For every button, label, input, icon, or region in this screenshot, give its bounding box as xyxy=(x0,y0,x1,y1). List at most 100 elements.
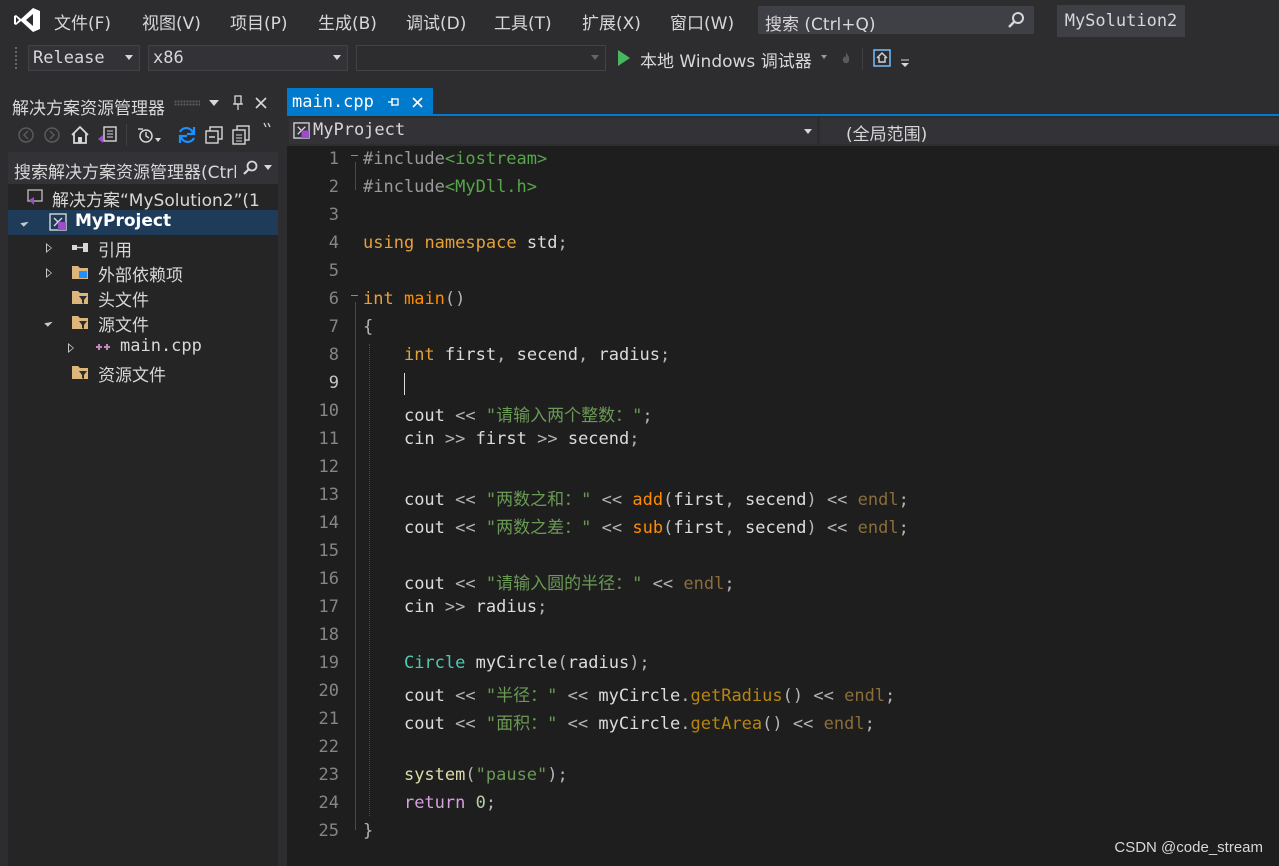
solution-explorer-search-input[interactable]: 搜索解决方案资源管理器(Ctrl+;) xyxy=(8,152,278,184)
tree-item-header-files[interactable]: 头文件 xyxy=(8,285,278,311)
search-icon[interactable] xyxy=(242,160,258,176)
refresh-icon[interactable] xyxy=(177,125,197,145)
solution-explorer-titlebar: 解决方案资源管理器 xyxy=(8,88,278,119)
chevron-down-icon[interactable] xyxy=(821,55,827,59)
line-number: 12 xyxy=(318,457,339,477)
cpp-project-icon xyxy=(293,122,310,139)
tree-item-label: main.cpp xyxy=(120,336,202,356)
code-line: 18 xyxy=(287,622,1279,650)
line-number: 14 xyxy=(318,513,339,533)
menu-window[interactable]: 窗口(W) xyxy=(670,9,734,34)
code-text: cout << "请输入圆的半径：" << endl; xyxy=(403,574,735,594)
menu-file[interactable]: 文件(F) xyxy=(54,9,111,34)
tree-item-references[interactable]: 引用 xyxy=(8,235,278,261)
browser-link-icon[interactable] xyxy=(873,49,891,67)
code-line: 3 xyxy=(287,202,1279,230)
code-line: 23 system("pause"); xyxy=(287,762,1279,790)
code-text: cin >> radius; xyxy=(403,597,548,617)
code-line: 16 cout << "请输入圆的半径：" << endl; xyxy=(287,566,1279,594)
code-text: int main() xyxy=(363,289,466,309)
solution-explorer-panel: 解决方案资源管理器 搜索解决方案资源管理器(Ctrl 解决方案“MySoluti… xyxy=(8,88,278,866)
pin-icon[interactable] xyxy=(232,95,244,111)
code-line: 1 #include<iostream> xyxy=(287,146,1279,174)
code-text: { xyxy=(363,317,374,337)
project-scope-value: MyProject xyxy=(313,120,406,140)
pending-changes-filter-icon[interactable] xyxy=(136,126,162,144)
toolbar-grip[interactable] xyxy=(14,46,18,70)
overflow-icon[interactable] xyxy=(263,122,273,132)
menu-debug[interactable]: 调试(D) xyxy=(406,9,466,34)
code-line: 5 xyxy=(287,258,1279,286)
code-text: } xyxy=(363,821,374,841)
start-debugging-icon[interactable] xyxy=(618,50,630,66)
code-text: cin >> first >> secend; xyxy=(403,429,640,449)
window-position-icon[interactable] xyxy=(209,99,219,107)
tab-main-cpp[interactable]: main.cpp xyxy=(287,88,433,116)
close-icon[interactable] xyxy=(412,97,423,108)
toolbar-options-icon[interactable] xyxy=(900,58,910,68)
line-number: 18 xyxy=(318,625,339,645)
member-scope-dropdown[interactable]: (全局范围) xyxy=(820,118,1279,145)
navigation-bar: MyProject (全局范围) xyxy=(287,116,1279,146)
csdn-watermark: CSDN @code_stream xyxy=(1114,839,1263,856)
tree-item-project[interactable]: MyProject xyxy=(8,210,278,235)
code-line: 15 xyxy=(287,538,1279,566)
fold-collapse-icon[interactable] xyxy=(351,155,358,156)
hot-reload-icon xyxy=(842,52,850,64)
switch-views-icon[interactable] xyxy=(96,125,118,145)
menu-build[interactable]: 生成(B) xyxy=(318,9,377,34)
menu-project[interactable]: 项目(P) xyxy=(230,9,288,34)
folder-icon xyxy=(72,266,88,279)
standard-toolbar: Release x86 本地 Windows 调试器 xyxy=(0,40,1279,78)
tree-item-label: MyProject xyxy=(75,211,172,231)
search-icon xyxy=(1008,12,1024,28)
code-text: #include<iostream> xyxy=(363,149,548,169)
tree-item-main-cpp[interactable]: main.cpp xyxy=(8,335,278,360)
fold-collapse-icon[interactable] xyxy=(351,295,358,296)
back-icon[interactable] xyxy=(18,127,34,143)
expanded-arrow-icon[interactable] xyxy=(44,318,53,327)
filter-folder-icon xyxy=(72,291,88,304)
code-line: 6 int main() xyxy=(287,286,1279,314)
collapsed-arrow-icon[interactable] xyxy=(46,268,52,278)
collapse-all-icon[interactable] xyxy=(205,126,223,144)
code-view[interactable]: 1 #include<iostream> 2 #include<MyDll.h>… xyxy=(287,146,1279,866)
tree-item-label: 引用 xyxy=(98,241,132,261)
home-icon[interactable] xyxy=(70,125,90,145)
code-text: using namespace std; xyxy=(363,233,568,253)
line-number: 7 xyxy=(328,317,339,337)
platform-value: x86 xyxy=(153,48,184,68)
code-text: int first, secend, radius; xyxy=(403,345,671,365)
tree-item-source-files[interactable]: 源文件 xyxy=(8,310,278,336)
chevron-down-icon[interactable] xyxy=(264,165,272,171)
code-line: 21 cout << "面积：" << myCircle.getArea() <… xyxy=(287,706,1279,734)
forward-icon[interactable] xyxy=(44,127,60,143)
startup-item-dropdown[interactable] xyxy=(356,45,606,71)
show-all-files-icon[interactable] xyxy=(231,125,251,145)
menu-bar: 文件(F) 视图(V) 项目(P) 生成(B) 调试(D) 工具(T) 扩展(X… xyxy=(0,0,1279,40)
close-icon[interactable] xyxy=(255,97,267,109)
tree-item-external-dependencies[interactable]: 外部依赖项 xyxy=(8,260,278,286)
collapsed-arrow-icon[interactable] xyxy=(68,343,74,353)
line-number: 6 xyxy=(328,289,339,309)
menu-tools[interactable]: 工具(T) xyxy=(494,9,552,34)
line-number: 2 xyxy=(328,177,339,197)
search-input[interactable]: 搜索 (Ctrl+Q) xyxy=(758,6,1034,35)
platform-dropdown[interactable]: x86 xyxy=(148,45,348,71)
collapsed-arrow-icon[interactable] xyxy=(46,243,52,253)
pin-icon[interactable] xyxy=(387,97,399,107)
menu-extensions[interactable]: 扩展(X) xyxy=(582,9,641,34)
start-debugging-button[interactable]: 本地 Windows 调试器 xyxy=(640,47,812,72)
expanded-arrow-icon[interactable] xyxy=(20,218,29,227)
code-line: 2 #include<MyDll.h> xyxy=(287,174,1279,202)
configuration-dropdown[interactable]: Release xyxy=(28,45,140,71)
project-scope-dropdown[interactable]: MyProject xyxy=(289,118,817,144)
code-line: 13 cout << "两数之和：" << add(first, secend)… xyxy=(287,482,1279,510)
tree-item-solution[interactable]: 解决方案“MySolution2”(1 xyxy=(8,185,278,211)
line-number: 1 xyxy=(328,149,339,169)
line-number: 23 xyxy=(318,765,339,785)
code-line: 12 xyxy=(287,454,1279,482)
visual-studio-logo-icon[interactable] xyxy=(12,6,42,34)
tree-item-resource-files[interactable]: 资源文件 xyxy=(8,360,278,386)
menu-view[interactable]: 视图(V) xyxy=(142,9,201,34)
